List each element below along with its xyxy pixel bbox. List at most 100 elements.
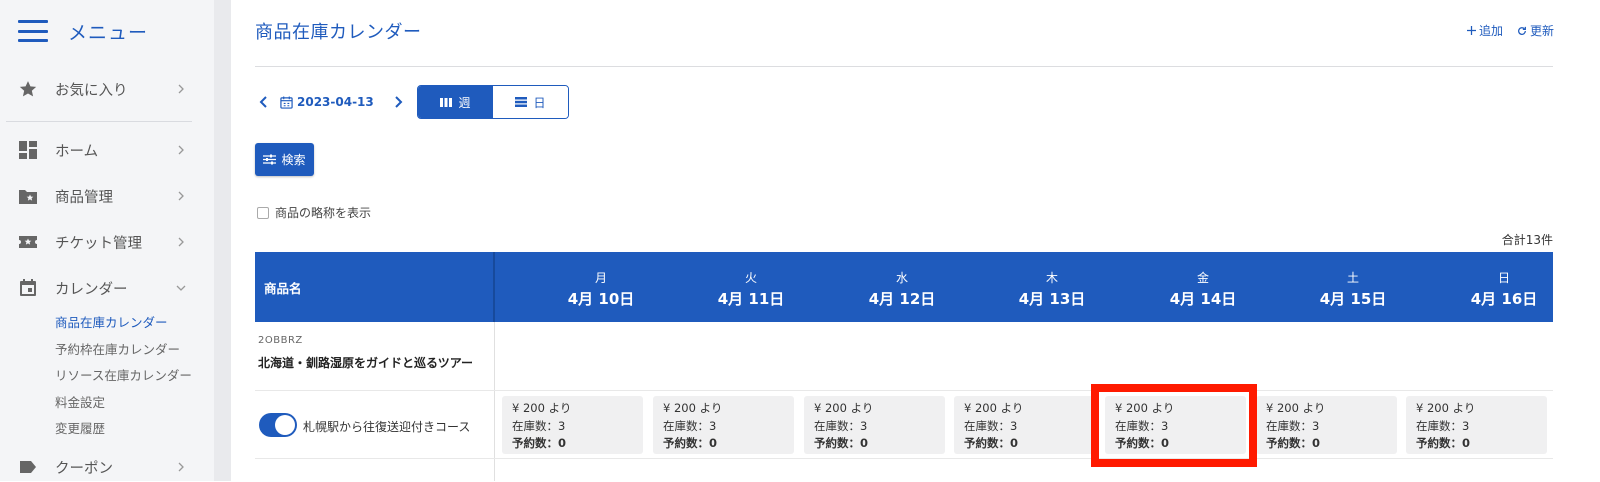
current-date[interactable]: 2023-04-13 [297, 95, 374, 109]
cell-price: ¥ 200 より [1416, 401, 1476, 415]
sidebar-item-calendar[interactable]: カレンダー [0, 273, 214, 303]
sidebar-item-label: 商品管理 [55, 189, 113, 206]
day-view-button[interactable]: 日 [493, 86, 568, 118]
date-navigator: 2023-04-13 [258, 90, 404, 114]
cell-reserved: 予約数：0 [1416, 436, 1471, 450]
cell-price: ¥ 200 より [663, 401, 723, 415]
stock-cell[interactable]: ¥ 200 より 在庫数：3 予約数：0 [804, 396, 945, 454]
star-icon [18, 79, 38, 99]
sidebar-subitem-change-history[interactable]: 変更履歴 [55, 418, 105, 437]
sidebar-item-coupons[interactable]: クーポン [0, 452, 214, 482]
chevron-right-icon [178, 462, 184, 472]
sidebar-item-label: カレンダー [55, 281, 128, 298]
sidebar: メニュー お気に入り ホーム 商品管理 チケット管理 カレンダー 商品在庫カレン… [0, 0, 214, 481]
day-header: 水 4月 12日 [827, 252, 977, 322]
show-abbr-checkbox[interactable] [257, 206, 269, 219]
sidebar-item-tickets[interactable]: チケット管理 [0, 227, 214, 257]
day-view-label: 日 [533, 95, 546, 110]
plus-icon [1466, 26, 1476, 35]
cell-stock: 在庫数：3 [663, 418, 717, 433]
cell-reserved: 予約数：0 [1266, 436, 1321, 450]
cell-reserved: 予約数：0 [663, 436, 718, 450]
day-date: 4月 13日 [1018, 290, 1086, 308]
calendar-icon[interactable] [280, 95, 293, 109]
sidebar-item-label: お気に入り [55, 82, 128, 99]
sidebar-item-label: チケット管理 [55, 235, 142, 252]
day-header: 木 4月 13日 [977, 252, 1127, 322]
cell-price: ¥ 200 より [814, 401, 874, 415]
chevron-right-icon [178, 191, 184, 201]
refresh-label: 更新 [1529, 24, 1554, 38]
day-date: 4月 10日 [567, 290, 635, 308]
day-of-week: 月 [594, 271, 607, 285]
day-header: 金 4月 14日 [1128, 252, 1278, 322]
header-actions: 追加 更新 [1466, 22, 1554, 39]
day-of-week: 火 [744, 271, 757, 285]
cell-reserved: 予約数：0 [512, 436, 567, 450]
add-label: 追加 [1478, 24, 1503, 38]
stock-cell[interactable]: ¥ 200 より 在庫数：3 予約数：0 [653, 396, 794, 454]
abbr-toggle-row: 商品の略称を表示 [257, 204, 371, 221]
sidebar-divider [6, 121, 192, 122]
product-name[interactable]: 北海道・釧路湿原をガイドと巡るツアー [258, 354, 473, 371]
day-date: 4月 15日 [1319, 290, 1387, 308]
row-divider [255, 458, 1553, 459]
stock-cell[interactable]: ¥ 200 より 在庫数：3 予約数：0 [1256, 396, 1397, 454]
cell-stock: 在庫数：3 [964, 418, 1018, 433]
sidebar-subitem-product-stock-calendar[interactable]: 商品在庫カレンダー [55, 312, 168, 331]
sidebar-subitem-resource-stock-calendar[interactable]: リソース在庫カレンダー [55, 365, 192, 384]
sidebar-subitem-slot-stock-calendar[interactable]: 予約枠在庫カレンダー [55, 339, 180, 358]
sidebar-item-label: クーポン [55, 460, 113, 477]
course-enabled-toggle[interactable] [259, 413, 297, 437]
stock-cell[interactable]: ¥ 200 より 在庫数：3 予約数：0 [1406, 396, 1547, 454]
add-button[interactable]: 追加 [1466, 22, 1503, 39]
day-date: 4月 11日 [717, 290, 785, 308]
toggle-knob [275, 415, 295, 435]
prev-date-button[interactable] [258, 95, 270, 109]
product-code: 2OBBRZ [258, 335, 303, 346]
sidebar-subitem-pricing[interactable]: 料金設定 [55, 392, 105, 411]
highlight-box [1091, 384, 1257, 467]
sidebar-item-products[interactable]: 商品管理 [0, 181, 214, 211]
page-title: 商品在庫カレンダー [255, 22, 422, 43]
cell-price: ¥ 200 より [1266, 401, 1326, 415]
day-of-week: 金 [1196, 271, 1209, 285]
cell-stock: 在庫数：3 [1266, 418, 1320, 433]
cell-stock: 在庫数：3 [1416, 418, 1470, 433]
day-header: 土 4月 15日 [1278, 252, 1428, 322]
day-header: 日 4月 16日 [1429, 252, 1579, 322]
week-view-button[interactable]: 週 [418, 86, 493, 118]
refresh-icon [1518, 26, 1526, 35]
day-of-week: 日 [1497, 271, 1510, 285]
tag-icon [18, 457, 38, 477]
course-name: 札幌駅から往復送迎付きコース [303, 420, 471, 434]
week-view-label: 週 [458, 95, 471, 110]
product-name-header: 商品名 [255, 252, 495, 322]
total-count: 合計13件 [1501, 233, 1553, 247]
day-date: 4月 16日 [1470, 290, 1538, 308]
day-of-week: 土 [1346, 271, 1359, 285]
day-rows-icon [515, 97, 528, 107]
menu-title: メニュー [68, 21, 149, 44]
chevron-right-icon [178, 237, 184, 247]
sidebar-item-favorites[interactable]: お気に入り [0, 74, 214, 104]
menu-header[interactable]: メニュー [18, 16, 148, 46]
filter-sliders-icon [263, 154, 277, 165]
show-abbr-label: 商品の略称を表示 [275, 206, 372, 220]
ticket-icon [18, 232, 38, 252]
search-button[interactable]: 検索 [255, 143, 314, 176]
sidebar-gutter [214, 0, 231, 481]
cell-reserved: 予約数：0 [814, 436, 869, 450]
week-columns-icon [440, 97, 453, 107]
hamburger-icon[interactable] [18, 20, 48, 42]
stock-cell[interactable]: ¥ 200 より 在庫数：3 予約数：0 [502, 396, 643, 454]
day-header: 火 4月 11日 [676, 252, 826, 322]
calendar-table-header: 商品名 月 4月 10日 火 4月 11日 水 4月 12日 木 4月 13日 … [255, 252, 1553, 322]
cell-stock: 在庫数：3 [512, 418, 566, 433]
chevron-right-icon [178, 84, 184, 94]
sidebar-item-home[interactable]: ホーム [0, 135, 214, 165]
refresh-button[interactable]: 更新 [1517, 22, 1554, 39]
next-date-button[interactable] [392, 95, 404, 109]
stock-cell[interactable]: ¥ 200 より 在庫数：3 予約数：0 [954, 396, 1095, 454]
cell-stock: 在庫数：3 [814, 418, 868, 433]
